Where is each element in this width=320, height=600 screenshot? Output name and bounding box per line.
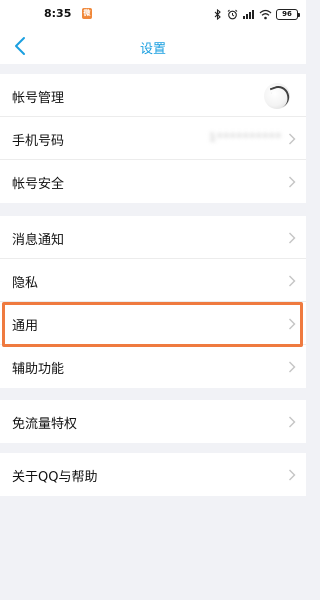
avatar bbox=[264, 83, 290, 109]
settings-group-data-privilege: 免流量特权 bbox=[0, 400, 306, 443]
status-time: 8:35 bbox=[44, 7, 72, 20]
settings-group-account: 帐号管理 手机号码 1********** 帐号安全 bbox=[0, 74, 306, 203]
settings-item-label: 消息通知 bbox=[12, 233, 65, 248]
chevron-right-icon bbox=[289, 232, 296, 244]
settings-item-general[interactable]: 通用 bbox=[0, 302, 306, 345]
settings-item-label: 通用 bbox=[12, 319, 39, 334]
settings-item-label: 关于QQ与帮助 bbox=[12, 470, 98, 485]
settings-item-label: 隐私 bbox=[12, 276, 39, 291]
settings-item-label: 辅助功能 bbox=[12, 362, 65, 377]
chevron-right-icon bbox=[289, 318, 296, 330]
settings-item-label: 免流量特权 bbox=[12, 417, 78, 432]
battery-icon: 96 bbox=[276, 8, 300, 20]
chevron-right-icon bbox=[289, 469, 296, 481]
chevron-right-icon bbox=[289, 133, 296, 145]
settings-item-notifications[interactable]: 消息通知 bbox=[0, 216, 306, 259]
settings-item-account-security[interactable]: 帐号安全 bbox=[0, 160, 306, 203]
settings-item-accessibility[interactable]: 辅助功能 bbox=[0, 345, 306, 388]
settings-item-phone-number[interactable]: 手机号码 1********** bbox=[0, 117, 306, 160]
settings-group-general: 消息通知 隐私 通用 辅助功能 bbox=[0, 216, 306, 388]
settings-item-about-help[interactable]: 关于QQ与帮助 bbox=[0, 453, 306, 496]
settings-item-free-data[interactable]: 免流量特权 bbox=[0, 400, 306, 443]
bluetooth-icon bbox=[214, 8, 221, 20]
signal-icon bbox=[243, 9, 254, 19]
phone-number-value: 1********** bbox=[209, 131, 282, 144]
page-title: 设置 bbox=[139, 42, 166, 57]
settings-group-about: 关于QQ与帮助 bbox=[0, 453, 306, 496]
chevron-right-icon bbox=[289, 416, 296, 428]
settings-item-label: 帐号安全 bbox=[12, 177, 65, 192]
settings-item-label: 手机号码 bbox=[12, 134, 65, 149]
settings-item-privacy[interactable]: 隐私 bbox=[0, 259, 306, 302]
alarm-icon bbox=[227, 9, 238, 19]
settings-item-account-management[interactable]: 帐号管理 bbox=[0, 74, 306, 117]
status-bar: 8:35 微 96 bbox=[0, 0, 306, 28]
status-icons: 96 bbox=[212, 6, 300, 22]
battery-level: 96 bbox=[282, 9, 292, 18]
wifi-icon bbox=[259, 9, 272, 19]
header-bar: 设置 bbox=[0, 28, 306, 64]
chevron-right-icon bbox=[289, 275, 296, 287]
settings-item-label: 帐号管理 bbox=[12, 91, 65, 106]
chevron-right-icon bbox=[289, 361, 296, 373]
chevron-right-icon bbox=[289, 176, 296, 188]
notification-app-icon: 微 bbox=[82, 8, 92, 19]
